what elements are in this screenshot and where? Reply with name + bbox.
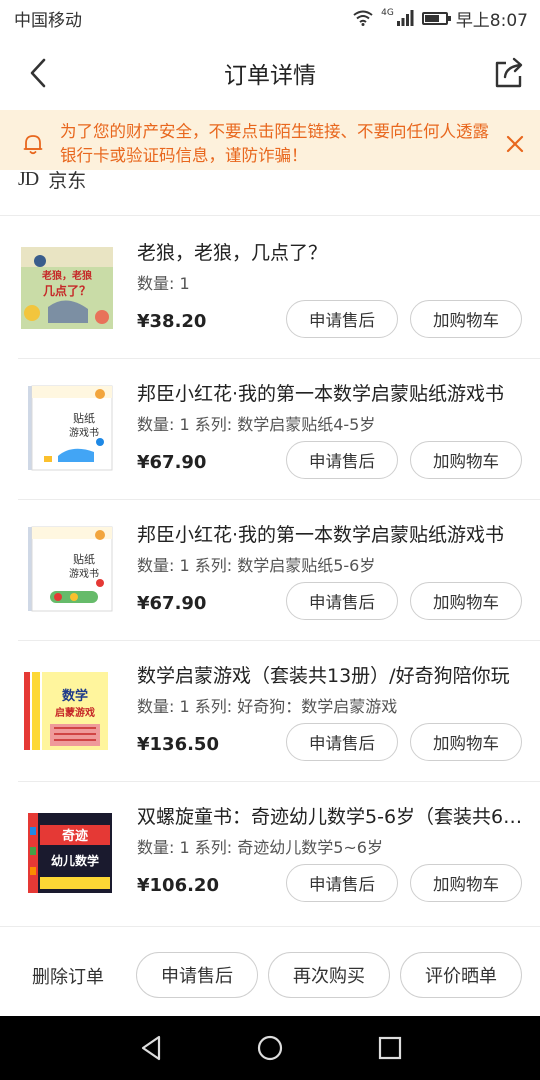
order-item[interactable]: 贴纸 游戏书 邦臣小红花·我的第一本数学启蒙贴纸游戏书 数量: 1 系列: 数学…: [0, 500, 540, 641]
product-thumbnail[interactable]: 数学 启蒙游戏: [18, 666, 116, 756]
apply-after-sale-button[interactable]: 申请售后: [286, 582, 398, 620]
order-item[interactable]: 老狼，老狼 几点了？ 老狼，老狼，几点了？ 数量: 1 ¥38.20 申请售后 …: [0, 218, 540, 359]
carrier-label: 中国移动: [14, 10, 82, 31]
cover-subtitle: 幼儿数学: [51, 853, 99, 868]
cover-subtitle: 游戏书: [69, 426, 99, 439]
shop-name: 京东: [48, 170, 87, 192]
product-title[interactable]: 双螺旋童书：奇迹幼儿数学5-6岁（套装共6册）: [137, 802, 523, 829]
product-meta: 数量: 1 系列: 好奇狗：数学启蒙游戏: [137, 697, 398, 716]
back-triangle-icon[interactable]: [138, 1033, 164, 1063]
signal-icon: [396, 10, 414, 26]
add-to-cart-button[interactable]: 加购物车: [410, 864, 522, 902]
cover-subtitle: 几点了？: [43, 283, 91, 298]
network-type-label: 4G: [381, 7, 394, 18]
apply-after-sale-button[interactable]: 申请售后: [286, 864, 398, 902]
add-to-cart-button[interactable]: 加购物车: [410, 300, 522, 338]
order-item[interactable]: 奇迹 幼儿数学 双螺旋童书：奇迹幼儿数学5-6岁（套装共6册） 数量: 1 系列…: [0, 782, 540, 923]
safety-notice-text: 为了您的财产安全，不要点击陌生链接、不要向任何人透露银行卡或验证码信息，谨防诈骗…: [60, 122, 489, 165]
cover-title: 数学: [62, 688, 88, 704]
product-thumbnail[interactable]: 老狼，老狼 几点了？: [18, 243, 116, 333]
share-icon[interactable]: [492, 56, 526, 90]
safety-notice-banner: 为了您的财产安全，不要点击陌生链接、不要向任何人透露银行卡或验证码信息，谨防诈骗…: [0, 110, 540, 178]
wifi-icon: [353, 10, 373, 26]
cover-title: 贴纸: [73, 411, 95, 425]
cover-title: 老狼，老狼: [41, 269, 93, 282]
close-icon[interactable]: [504, 133, 526, 155]
clock-label: 早上8:07: [455, 10, 528, 31]
shop-header[interactable]: JD 京东: [0, 170, 540, 216]
bell-icon: [23, 135, 43, 155]
nav-bar: 订单详情: [0, 36, 540, 110]
delete-order-button[interactable]: 删除订单: [32, 963, 104, 989]
add-to-cart-button[interactable]: 加购物车: [410, 441, 522, 479]
jd-logo: JD: [18, 170, 39, 190]
status-indicators: 4G 早上8:07: [353, 6, 528, 31]
chevron-left-icon[interactable]: [22, 56, 56, 90]
add-to-cart-button[interactable]: 加购物车: [410, 582, 522, 620]
system-nav-bar: [0, 1016, 540, 1080]
product-meta: 数量: 1: [137, 274, 190, 293]
product-meta: 数量: 1 系列: 数学启蒙贴纸4-5岁: [137, 415, 376, 434]
apply-after-sale-button[interactable]: 申请售后: [136, 952, 258, 998]
product-meta: 数量: 1 系列: 数学启蒙贴纸5-6岁: [137, 556, 376, 575]
apply-after-sale-button[interactable]: 申请售后: [286, 723, 398, 761]
apply-after-sale-button[interactable]: 申请售后: [286, 300, 398, 338]
order-action-bar: 删除订单 申请售后 再次购买 评价晒单: [0, 926, 540, 1016]
order-item[interactable]: 数学 启蒙游戏 数学启蒙游戏（套装共13册）/好奇狗陪你玩 数量: 1 系列: …: [0, 641, 540, 782]
product-title[interactable]: 老狼，老狼，几点了？: [137, 238, 523, 265]
battery-icon: [421, 11, 451, 25]
product-title[interactable]: 邦臣小红花·我的第一本数学启蒙贴纸游戏书: [137, 520, 523, 547]
add-to-cart-button[interactable]: 加购物车: [410, 723, 522, 761]
product-title[interactable]: 邦臣小红花·我的第一本数学启蒙贴纸游戏书: [137, 379, 523, 406]
apply-after-sale-button[interactable]: 申请售后: [286, 441, 398, 479]
cover-subtitle: 启蒙游戏: [55, 706, 95, 719]
cover-subtitle: 游戏书: [69, 567, 99, 580]
review-button[interactable]: 评价晒单: [400, 952, 522, 998]
order-item[interactable]: 贴纸 游戏书 邦臣小红花·我的第一本数学启蒙贴纸游戏书 数量: 1 系列: 数学…: [0, 359, 540, 500]
status-bar: 中国移动 4G 早上8:07: [0, 0, 540, 36]
product-title[interactable]: 数学启蒙游戏（套装共13册）/好奇狗陪你玩: [137, 661, 523, 688]
page-title: 订单详情: [224, 63, 316, 89]
product-meta: 数量: 1 系列: 奇迹幼儿数学5~6岁: [137, 838, 383, 857]
buy-again-button[interactable]: 再次购买: [268, 952, 390, 998]
home-circle-icon[interactable]: [256, 1033, 284, 1063]
product-thumbnail[interactable]: 贴纸 游戏书: [18, 525, 116, 615]
product-thumbnail[interactable]: 贴纸 游戏书: [18, 384, 116, 474]
product-thumbnail[interactable]: 奇迹 幼儿数学: [18, 807, 116, 897]
product-price: ¥106.20: [137, 875, 219, 896]
recents-square-icon[interactable]: [377, 1033, 403, 1063]
product-price: ¥38.20: [137, 311, 207, 332]
cover-title: 奇迹: [62, 828, 88, 844]
product-price: ¥67.90: [137, 593, 207, 614]
product-price: ¥136.50: [137, 734, 219, 755]
cover-title: 贴纸: [73, 552, 95, 566]
product-price: ¥67.90: [137, 452, 207, 473]
